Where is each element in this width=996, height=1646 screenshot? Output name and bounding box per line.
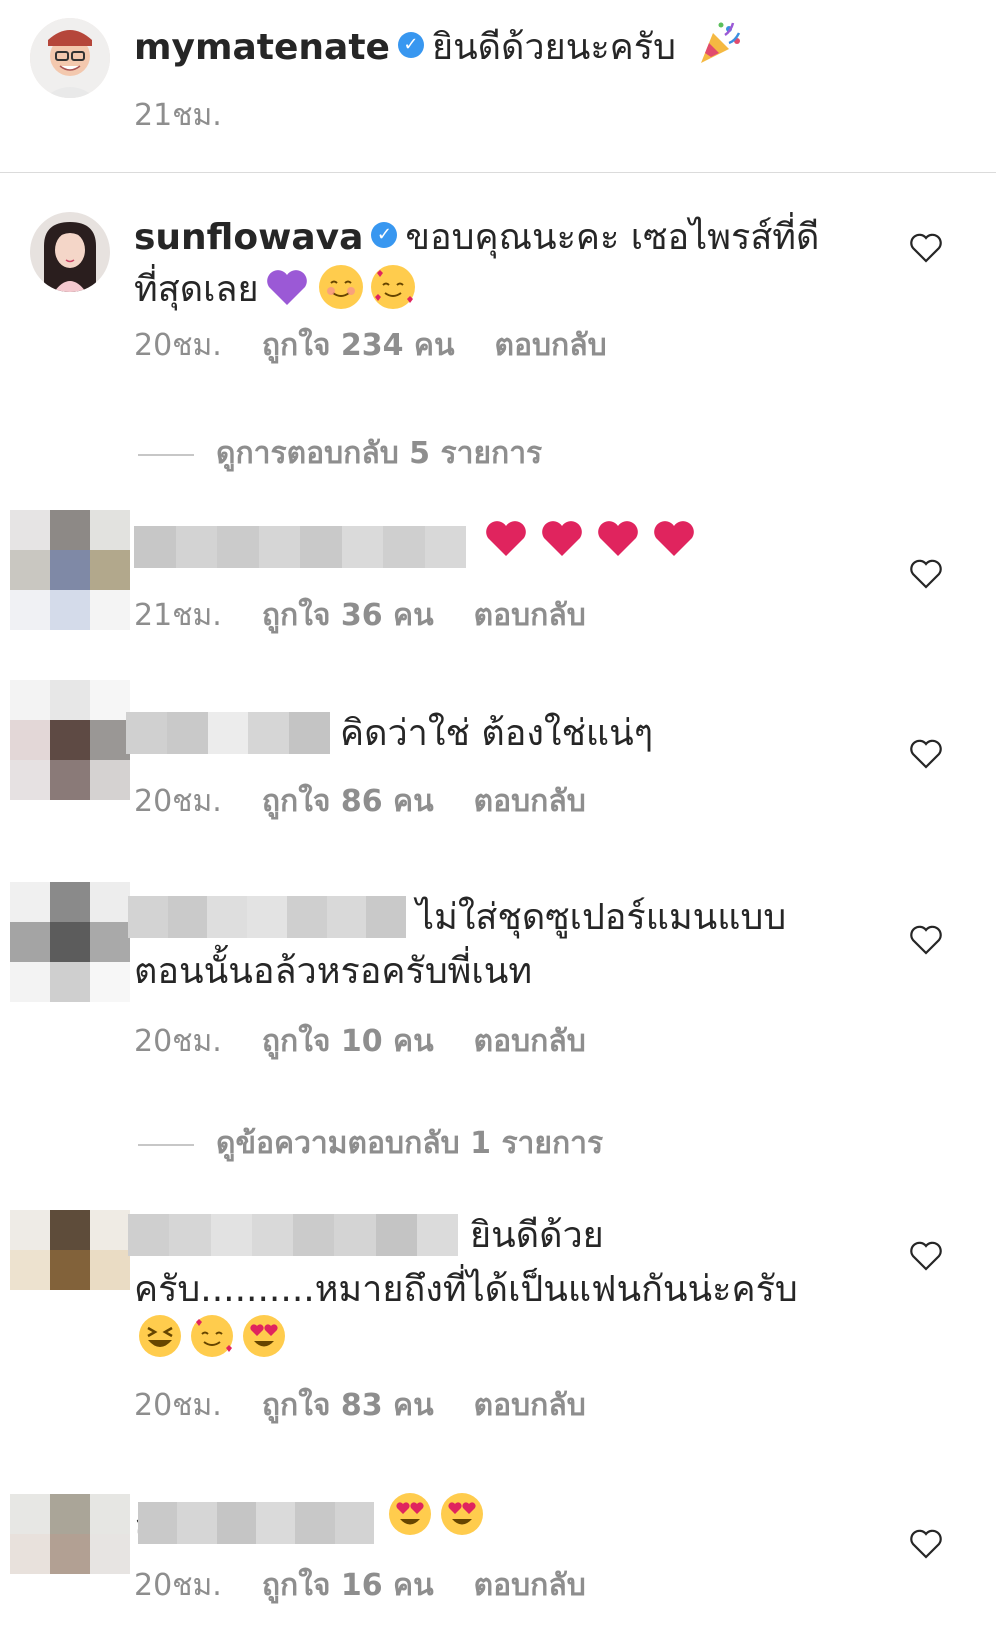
avatar-mymatenate[interactable] [30,18,110,98]
comment-time: 20ชม. [134,1024,222,1059]
comment-time: 20ชม. [134,784,222,819]
blurred-username[interactable] [134,526,466,568]
comment-emojis [134,1315,290,1362]
reply-button[interactable]: ตอบกลับ [495,328,607,363]
likes-count[interactable]: ถูกใจ 36 คน [262,598,434,633]
like-heart-icon[interactable] [908,1526,944,1562]
avatar-blurred[interactable] [10,1210,130,1330]
red-heart-icon [652,518,696,558]
grinning-squinting-face-icon [138,1314,182,1358]
comment-text-line2: ที่สุดเลย [134,269,259,310]
red-heart-icon [540,518,584,558]
blurred-username[interactable] [138,1502,374,1544]
comment-meta: 20ชม. ถูกใจ 16 คน ตอบกลับ [134,1562,626,1609]
reply-button[interactable]: ตอบกลับ [474,598,586,633]
reply-button[interactable]: ตอบกลับ [474,1024,586,1059]
comment-text-line2: ตอนนั้นอล้วหรอครับพี่เนท [134,951,533,992]
reply-thread-line [138,1143,194,1146]
likes-count[interactable]: ถูกใจ 234 คน [262,328,455,363]
smiling-face-with-hearts-icon [190,1314,234,1358]
avatar-blurred[interactable] [10,510,130,630]
divider [0,172,996,173]
blurred-username[interactable] [128,1214,458,1256]
blurred-username[interactable] [126,712,330,754]
like-heart-icon[interactable] [908,1238,944,1274]
likes-count[interactable]: ถูกใจ 83 คน [262,1388,434,1423]
comment-text-line1: ขอบคุณนะคะ เซอไพรส์ที่ดี [405,217,820,258]
top-comment-time: 21ชม. [134,98,222,133]
verified-badge-icon: ✓ [397,32,424,58]
avatar-blurred[interactable] [10,882,130,1002]
comment-time: 20ชม. [134,1568,222,1603]
like-heart-icon[interactable] [908,556,944,592]
comment-time: 20ชม. [134,328,222,363]
comment-sunflowava-text: sunflowava ✓ ขอบคุณนะคะ เซอไพรส์ที่ดี ที่ส… [134,212,854,316]
heart-eyes-face-icon [242,1314,286,1358]
comment-meta: 20ชม. ถูกใจ 10 คน ตอบกลับ [134,1018,626,1065]
likes-count[interactable]: ถูกใจ 86 คน [262,784,434,819]
reply-button[interactable]: ตอบกลับ [474,784,586,819]
red-heart-icon [596,518,640,558]
view-replies-button[interactable]: ดูข้อความตอบกลับ 1 รายการ [138,1120,603,1167]
comment-text-line1: ไม่ใส่ชุดซูเปอร์แมนแบบ [416,897,787,938]
comment-emojis [384,1493,488,1540]
avatar-sunflowava[interactable] [30,212,110,292]
username-sunflowava[interactable]: sunflowava [134,217,363,258]
top-comment-text-row: mymatenate ✓ ยินดีด้วยนะครับ [134,22,743,74]
reply-button[interactable]: ตอบกลับ [474,1568,586,1603]
smiling-face-icon [318,265,363,309]
purple-heart-icon [265,267,309,307]
view-replies-button[interactable]: ดูการตอบกลับ 5 รายการ [138,430,542,477]
red-heart-icon [484,518,528,558]
comment-meta: 20ชม. ถูกใจ 83 คน ตอบกลับ [134,1382,626,1429]
comment-time: 20ชม. [134,1388,222,1423]
heart-eyes-face-icon [440,1492,484,1536]
comment-text-line2: ครับ..........หมายถึงที่ได้เป็นแฟนกันน่ะ… [134,1269,798,1310]
comment-meta: 21ชม. ถูกใจ 36 คน ตอบกลับ [134,592,626,639]
comment-text: ยินดีด้วยนะครับ [431,27,676,68]
like-heart-icon[interactable] [908,736,944,772]
smiling-face-with-hearts-icon [370,265,415,309]
like-heart-icon[interactable] [908,230,944,266]
party-popper-icon [695,19,743,67]
likes-count[interactable]: ถูกใจ 16 คน [262,1568,434,1603]
reply-button[interactable]: ตอบกลับ [474,1388,586,1423]
comment-text-line1: ยินดีด้วย [470,1215,604,1256]
comment-meta: 20ชม. ถูกใจ 234 คน ตอบกลับ [134,322,647,369]
avatar-blurred[interactable] [10,1494,130,1614]
reply-thread-line [138,453,194,456]
verified-badge-icon: ✓ [371,222,398,248]
comment-meta: 20ชม. ถูกใจ 86 คน ตอบกลับ [134,778,626,825]
like-heart-icon[interactable] [908,922,944,958]
heart-eyes-face-icon [388,1492,432,1536]
comment-time: 21ชม. [134,598,222,633]
comment-hearts [478,521,702,562]
avatar-blurred[interactable] [10,680,130,800]
username-mymatenate[interactable]: mymatenate [134,27,390,68]
likes-count[interactable]: ถูกใจ 10 คน [262,1024,434,1059]
comment-text: คิดว่าใช่ ต้องใช่แน่ๆ [340,713,654,754]
blurred-username[interactable] [128,896,407,938]
